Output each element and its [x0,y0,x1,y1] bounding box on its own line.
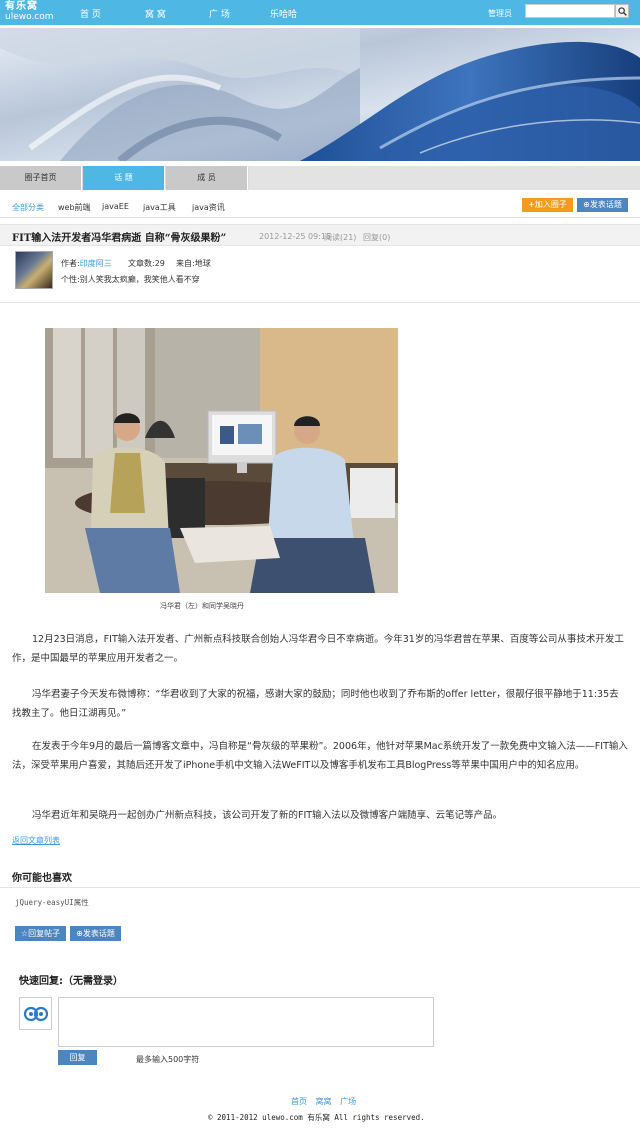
footer-link-home[interactable]: 首页 [291,1097,307,1106]
quick-reply-submit-button[interactable]: 回复 [58,1050,97,1065]
footer-link-plaza[interactable]: 广场 [340,1097,356,1106]
post-title: FIT输入法开发者冯华君病逝 自称“骨灰级果粉” [12,233,227,244]
related-heading: 你可能也喜欢 [12,873,72,884]
quick-reply-textarea[interactable] [58,997,434,1047]
category-javaee[interactable]: javaEE [102,202,129,211]
category-all[interactable]: 全部分类 [12,202,44,213]
article-paragraph-4: 冯华君近年和吴晓丹一起创办广州新点科技，该公司开发了新的FIT输入法以及微博客户… [32,810,503,821]
article-photo [45,328,398,593]
search-button[interactable] [615,4,629,18]
category-javatools[interactable]: java工具 [143,202,176,213]
tab-members[interactable]: 成 员 [166,166,248,190]
guest-avatar [19,997,52,1030]
banner-image [0,28,640,161]
author-article-count: 文章数:29 [128,259,165,268]
logo-text: 有乐窝 [5,1,38,12]
site-logo[interactable]: 有乐窝 ulewo.com [5,1,54,23]
nav-nest[interactable]: 窝 窝 [145,7,166,20]
search-icon [618,7,627,16]
search-input[interactable] [525,4,615,18]
owl-icon [23,1006,49,1022]
tab-bar-filler [249,166,640,190]
category-web[interactable]: web前端 [58,202,91,213]
category-javanews[interactable]: java资讯 [192,202,225,213]
footer-links: 首页 窝窝 广场 [291,1096,362,1107]
post-topic-button-bottom[interactable]: ⊕发表话题 [70,926,121,941]
post-replies: 回复(0) [363,233,391,242]
divider [0,302,640,303]
back-to-list-link[interactable]: 返回文章列表 [12,835,60,846]
article-paragraph-1: 12月23日消息，FIT输入法开发者、广州新点科技联合创始人冯华君今日不幸病逝。… [12,634,624,664]
post-datetime: 2012-12-25 09:15 [259,232,332,241]
admin-link[interactable]: 管理员 [488,8,512,19]
nav-fun[interactable]: 乐哈哈 [270,7,297,20]
divider [0,887,640,888]
photo-caption: 冯华君（左）和同学吴晓丹 [160,602,244,610]
article-paragraph-2: 冯华君妻子今天发布微博称：“华君收到了大家的祝福，感谢大家的鼓励；同时他也收到了… [12,689,619,719]
author-label: 作者: [61,259,80,268]
post-title-bar: FIT输入法开发者冯华君病逝 自称“骨灰级果粉” 2012-12-25 09:1… [0,224,640,246]
reply-length-hint: 最多输入500字符 [136,1055,200,1064]
quick-reply-title: 快速回复:（无需登录） [19,976,123,987]
post-views: 阅读(21) [324,233,357,242]
tab-topics[interactable]: 话 题 [83,166,165,190]
footer-link-nest[interactable]: 窝窝 [316,1097,332,1106]
author-avatar[interactable] [15,251,53,289]
author-signature: 个性:别人笑我太疯癫，我笑他人看不穿 [61,275,200,284]
author-location: 来自:地球 [176,259,211,268]
logo-domain: ulewo.com [5,12,54,22]
author-info: 作者:印度阿三 [61,258,112,269]
circle-tabs: 圈子首页 话 题 成 员 [0,166,640,190]
tab-circle-home[interactable]: 圈子首页 [0,166,82,190]
nav-plaza[interactable]: 广 场 [209,7,230,20]
author-name-link[interactable]: 印度阿三 [80,259,112,268]
join-circle-button[interactable]: +加入圈子 [522,198,573,212]
reply-post-button[interactable]: ☆回复帖子 [15,926,66,941]
nav-home[interactable]: 首 页 [80,7,101,20]
copyright-text: © 2011-2012 ulewo.com 有乐窝 All rights res… [208,1113,425,1122]
related-article-link[interactable]: jQuery-easyUI属性 [15,897,89,908]
top-nav-bar: 有乐窝 ulewo.com 首 页 窝 窝 广 场 乐哈哈 管理员 [0,0,640,25]
post-topic-button[interactable]: ⊕发表话题 [577,198,628,212]
article-paragraph-3: 在发表于今年9月的最后一篇博客文章中，冯自称是“骨灰级的苹果粉”。2006年，他… [12,741,628,771]
